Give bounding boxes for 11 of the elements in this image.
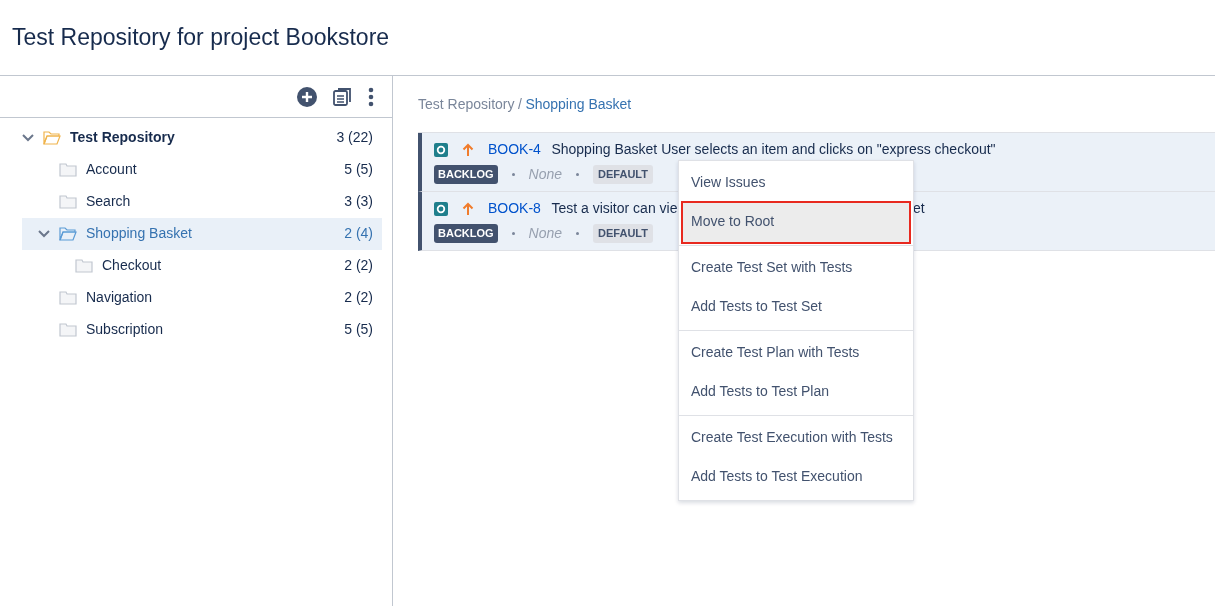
assignee-text: None (528, 164, 563, 184)
assignee-text: None (528, 223, 563, 243)
test-summary: et (913, 199, 925, 219)
environment-lozenge: DEFAULT (593, 224, 653, 243)
status-lozenge: BACKLOG (434, 224, 498, 243)
breadcrumb-separator: / (518, 94, 522, 114)
page-title: Test Repository for project Bookstore (12, 23, 390, 52)
test-summary: Test a visitor can vie (551, 199, 678, 219)
environment-lozenge: DEFAULT (593, 165, 653, 184)
status-lozenge: BACKLOG (434, 165, 498, 184)
test-summary: Shopping Basket User selects an item and clicks on "express checkout" (551, 140, 996, 160)
